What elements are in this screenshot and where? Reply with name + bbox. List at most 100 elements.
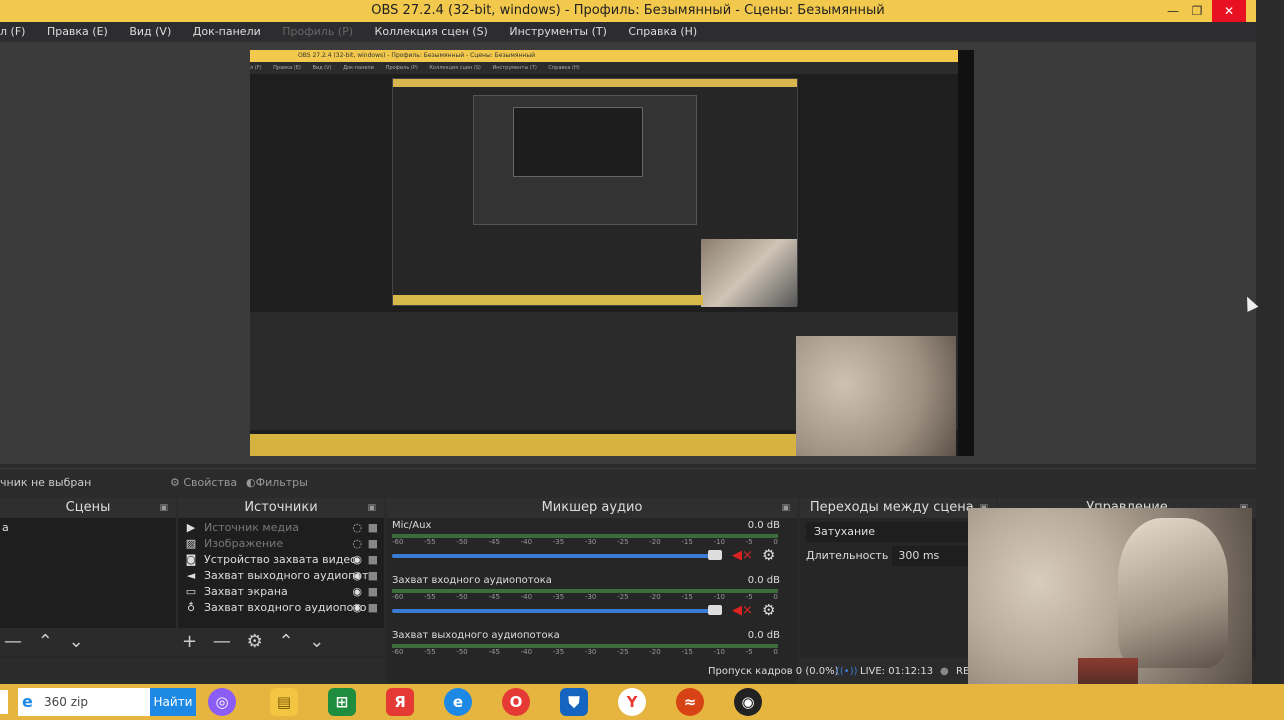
remove-scene-button[interactable]: —	[4, 631, 22, 652]
camera-icon: ◙	[185, 553, 197, 566]
db-tick-label: -5	[745, 538, 753, 546]
eye-icon[interactable]: ◉	[352, 552, 362, 568]
menu-docks[interactable]: Док-панели	[193, 22, 261, 42]
yandex-browser-icon[interactable]: Y	[618, 688, 646, 716]
mixer-channel: Mic/Aux 0.0 dB -60 -55 -50 -45 -40 -35 -30 -25 -…	[386, 518, 798, 573]
source-item[interactable]: ◄ Захват выходного аудиопот ◉ ■	[178, 568, 384, 584]
search-input[interactable]: e 360 zip	[18, 688, 150, 716]
source-item[interactable]: ▭ Захват экрана ◉ ■	[178, 584, 384, 600]
db-scale: -60 -55 -50 -45 -40 -35 -30 -25 -20 -15 -10 -5 0	[392, 538, 778, 548]
start-button[interactable]	[0, 690, 8, 714]
db-tick-label: -20	[649, 593, 661, 601]
menu-edit[interactable]: Правка (E)	[47, 22, 108, 42]
menu-view[interactable]: Вид (V)	[129, 22, 171, 42]
speaker-icon: ◄	[186, 569, 196, 582]
excel-icon[interactable]: ⊞	[328, 688, 356, 716]
source-item[interactable]: ♁ Захват входного аудиопото ◉ ■	[178, 600, 384, 616]
db-tick-label: -30	[584, 593, 597, 601]
db-tick-label: -25	[617, 648, 629, 656]
volume-slider-handle[interactable]	[708, 550, 722, 560]
source-settings-button[interactable]: ⚙	[247, 631, 263, 652]
alice-icon[interactable]: ◎	[208, 688, 236, 716]
eye-hidden-icon[interactable]: ◌	[352, 536, 362, 552]
source-item[interactable]: ▨ Изображение ◌ ■	[178, 536, 384, 552]
search-value: 360 zip	[44, 695, 88, 709]
close-button[interactable]: ✕	[1212, 0, 1246, 22]
lock-icon[interactable]: ■	[368, 600, 378, 616]
db-tick-label: -35	[552, 648, 565, 656]
volume-slider-handle[interactable]	[708, 605, 722, 615]
db-tick-label: -20	[649, 538, 661, 546]
move-down-button[interactable]: ⌄	[309, 631, 324, 652]
move-up-button[interactable]: ⌃	[38, 631, 53, 652]
undock-icon[interactable]: ▣	[781, 498, 790, 518]
lock-icon[interactable]: ■	[368, 584, 378, 600]
eye-icon[interactable]: ◉	[352, 600, 362, 616]
db-tick-label: -35	[552, 593, 565, 601]
gear-icon[interactable]: ⚙	[762, 546, 775, 564]
undock-icon[interactable]: ▣	[159, 498, 168, 518]
lock-icon[interactable]: ■	[368, 568, 378, 584]
scenes-panel: Сцены ▣ а — ⌃ ⌄	[0, 498, 176, 658]
source-item[interactable]: ◙ Устройство захвата видео ◉ ■	[178, 552, 384, 568]
source-label: Захват входного аудиопото	[204, 601, 367, 614]
mini-menu-item: Правка (E)	[273, 65, 301, 71]
mute-speaker-icon[interactable]: ◀×	[732, 603, 753, 618]
find-button[interactable]: Найти	[150, 688, 196, 716]
volume-slider[interactable]	[392, 554, 718, 558]
db-tick-label: -10	[713, 538, 725, 546]
obs-icon[interactable]: ◉	[734, 688, 762, 716]
lock-icon[interactable]: ■	[368, 552, 378, 568]
db-tick-label: -50	[456, 648, 468, 656]
move-down-button[interactable]: ⌄	[69, 631, 84, 652]
shield-icon[interactable]: ⛊	[560, 688, 588, 716]
lock-icon[interactable]: ■	[368, 520, 378, 536]
mute-speaker-icon[interactable]: ◀×	[732, 548, 753, 563]
menu-file[interactable]: л (F)	[0, 22, 25, 42]
yandex-ya-icon[interactable]: Я	[386, 688, 414, 716]
lock-icon[interactable]: ■	[368, 536, 378, 552]
remove-source-button[interactable]: —	[213, 631, 231, 652]
mini-window-title: OBS 27.2.4 (32-bit, windows) - Профиль: …	[250, 50, 958, 62]
mini-menu-item: Справка (H)	[548, 65, 580, 71]
mic-icon: ♁	[186, 601, 196, 614]
transition-select[interactable]: Затухание	[806, 522, 990, 542]
volume-slider[interactable]	[392, 609, 718, 613]
duration-input[interactable]: 300 ms	[892, 546, 973, 566]
mini-menu-item: Профиль (P)	[385, 65, 418, 71]
db-tick-label: -45	[488, 538, 500, 546]
undock-icon[interactable]: ▣	[367, 498, 376, 518]
eye-hidden-icon[interactable]: ◌	[352, 520, 362, 536]
source-item[interactable]: ▶ Источник медиа ◌ ■	[178, 520, 384, 536]
nested-titlebar	[393, 79, 797, 87]
restore-button[interactable]: ❐	[1180, 0, 1214, 22]
mini-menu-item: Док-панели	[343, 65, 375, 71]
source-toolbar: чник не выбран ⚙ Свойства ◐Фильтры	[0, 468, 1256, 496]
eye-icon[interactable]: ◉	[352, 584, 362, 600]
db-tick-label: -40	[520, 593, 533, 601]
menu-help[interactable]: Справка (H)	[628, 22, 697, 42]
gear-icon[interactable]: ⚙	[762, 601, 775, 619]
edge-icon[interactable]: e	[444, 688, 472, 716]
add-source-button[interactable]: +	[182, 631, 197, 652]
preview-canvas: OBS 27.2.4 (32-bit, windows) - Профиль: …	[250, 50, 974, 456]
scene-list: а	[0, 518, 176, 628]
scene-item[interactable]: а	[0, 520, 176, 536]
wave-icon[interactable]: ≈	[676, 688, 704, 716]
scene-tools: — ⌃ ⌄	[0, 628, 176, 656]
db-tick-label: -60	[392, 648, 404, 656]
eye-icon[interactable]: ◉	[352, 568, 362, 584]
opera-icon[interactable]: O	[502, 688, 530, 716]
mini-menu-item: Коллекция сцен (S)	[429, 65, 481, 71]
filters-button[interactable]: ◐Фильтры	[246, 474, 308, 492]
menu-scene-collection[interactable]: Коллекция сцен (S)	[375, 22, 488, 42]
db-tick-label: -45	[488, 593, 500, 601]
menu-tools[interactable]: Инструменты (T)	[509, 22, 607, 42]
menu-profile[interactable]: Профиль (P)	[282, 22, 353, 42]
properties-button[interactable]: ⚙ Свойства	[170, 474, 237, 492]
explorer-icon[interactable]: ▤	[270, 688, 298, 716]
live-time: LIVE: 01:12:13	[860, 666, 934, 677]
gear-icon: ⚙	[170, 476, 180, 489]
move-up-button[interactable]: ⌃	[278, 631, 293, 652]
no-source-label: чник не выбран	[0, 476, 92, 489]
